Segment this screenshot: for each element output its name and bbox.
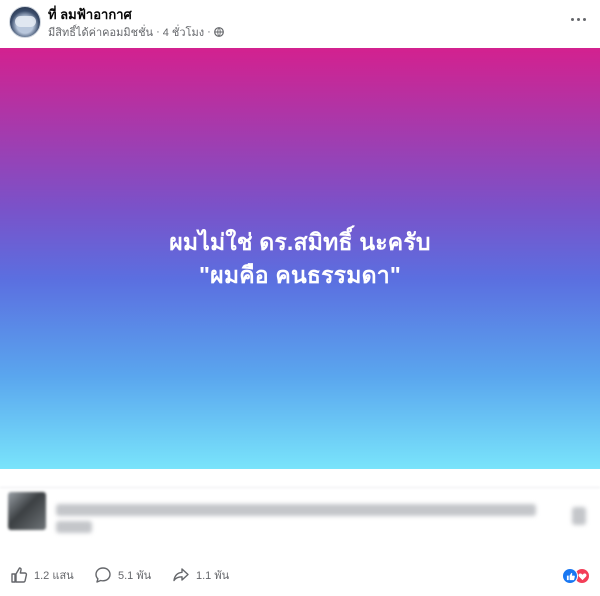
more-options-icon[interactable] (568, 12, 588, 26)
page-name-link[interactable]: ที่ ลมฟ้าอากาศ (48, 4, 132, 25)
blurred-comment-text (56, 504, 536, 516)
share-arrow-icon (173, 568, 189, 582)
comment-count: 5.1 พัน (118, 570, 152, 582)
post-action-bar: 1.2 แสน 5.1 พัน 1.1 พัน (0, 560, 600, 592)
like-reaction-icon (562, 568, 578, 584)
meta-separator: · (156, 26, 160, 38)
blurred-comment-text (56, 521, 92, 533)
post-timestamp[interactable]: 4 ชั่วโมง (163, 23, 204, 41)
blurred-comment-icon (572, 507, 586, 525)
audience-label: มีสิทธิ์ได้ค่าคอมมิชชั่น (48, 27, 154, 39)
commenter-avatar (8, 492, 46, 530)
banner-line-2: "ผมคือ คนธรรมดา" (199, 261, 401, 288)
like-count: 1.2 แสน (34, 570, 74, 582)
like-button[interactable]: 1.2 แสน (10, 566, 74, 584)
banner-line-1: ผมไม่ใช่ ดร.สมิทธิ์ นะครับ (169, 228, 431, 255)
share-count: 1.1 พัน (196, 570, 230, 582)
thumbs-up-icon (11, 567, 28, 583)
globe-icon (213, 27, 224, 37)
post-meta: มีสิทธิ์ได้ค่าคอมมิชชั่น · 4 ชั่วโมง · (48, 23, 224, 41)
comment-bubble-icon (95, 567, 111, 583)
reactions-summary[interactable] (562, 568, 592, 584)
post-header: ที่ ลมฟ้าอากาศ มีสิทธิ์ได้ค่าคอมมิชชั่น … (0, 0, 600, 48)
page-avatar[interactable] (9, 6, 41, 38)
post-text-banner: ผมไม่ใช่ ดร.สมิทธิ์ นะครับ "ผมคือ คนธรรม… (0, 48, 600, 469)
share-button[interactable]: 1.1 พัน (172, 566, 229, 584)
blurred-comment-preview (0, 474, 600, 548)
comment-button[interactable]: 5.1 พัน (94, 566, 151, 584)
meta-separator: · (207, 26, 211, 38)
